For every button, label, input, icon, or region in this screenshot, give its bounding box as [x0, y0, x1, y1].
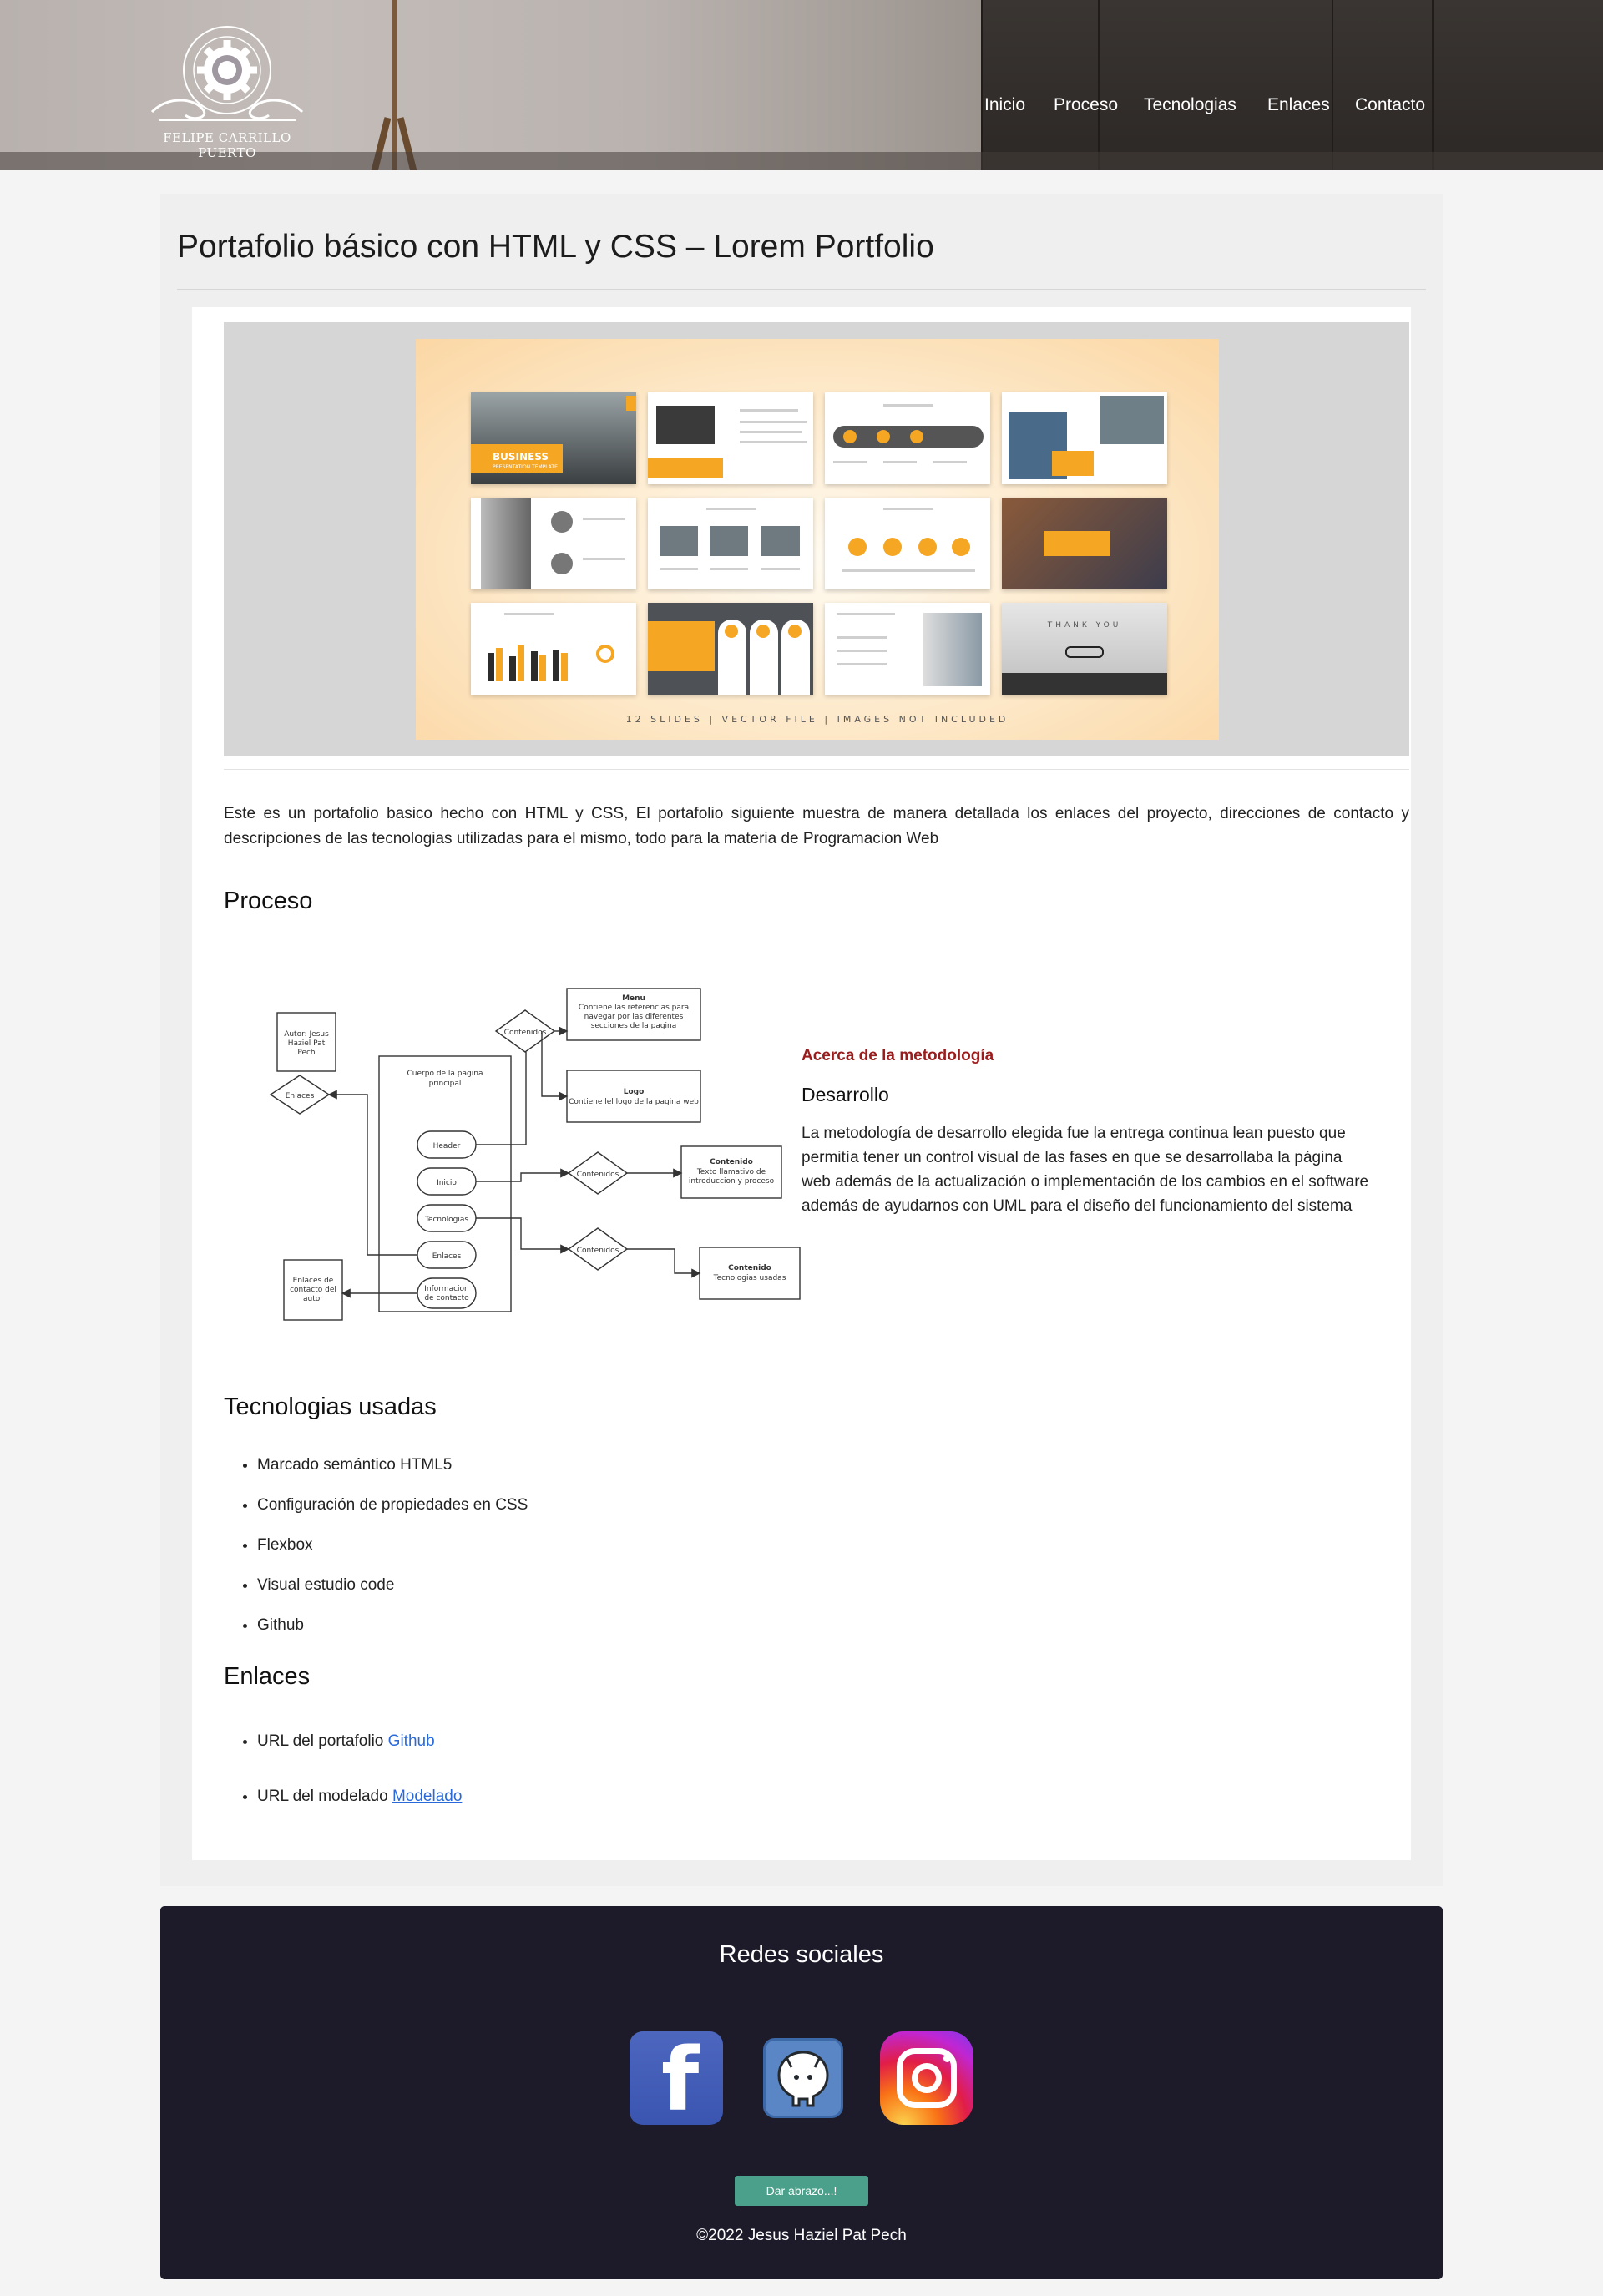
tecnologias-heading: Tecnologias usadas: [224, 1393, 437, 1420]
github-icon[interactable]: [763, 2038, 843, 2118]
slide-thumbnail: [471, 603, 636, 695]
facebook-icon[interactable]: f: [630, 2031, 723, 2127]
metodologia-section: Acerca de la metodología Desarrollo La m…: [802, 1047, 1369, 1218]
banner-footer-text: 12 SLIDES | VECTOR FILE | IMAGES NOT INC…: [625, 714, 1009, 725]
diagram-contenido1-title: Contenido: [710, 1158, 753, 1166]
diagram-enlaces-autor-2: contacto del: [290, 1286, 336, 1294]
diagram-autor-2: Haziel Pat: [288, 1039, 326, 1048]
enlace-prefix: URL del modelado: [257, 1788, 392, 1805]
list-item: URL del modelado Modelado: [257, 1786, 462, 1841]
slide-thumbnail: [1002, 498, 1167, 589]
thank-you-text: THANK YOU: [1047, 621, 1122, 630]
diagram-contenido1-text-1: Texto llamativo de: [696, 1168, 766, 1176]
tecnologias-list: Marcado semántico HTML5 Configuración de…: [257, 1454, 528, 1655]
slide-thumbnail: [825, 498, 990, 589]
diagram-menu-text-1: Contiene las referencias para: [579, 1004, 689, 1012]
slide-thumbnail: [648, 603, 813, 695]
slide-thumbnail: [648, 392, 813, 484]
diagram-autor-3: Pech: [297, 1049, 315, 1057]
diagram-contenido1-text-2: introduccion y proceso: [689, 1177, 775, 1186]
instagram-icon[interactable]: [880, 2031, 973, 2125]
hug-button[interactable]: Dar abrazo...!: [735, 2176, 868, 2206]
divider: [224, 769, 1409, 770]
slide-thumbnail: [825, 603, 990, 695]
diagram-contenidos-3: Contenidos: [577, 1247, 619, 1255]
metodologia-subtitle: Desarrollo: [802, 1084, 889, 1105]
nav-tecnologias[interactable]: Tecnologias: [1144, 95, 1236, 115]
diagram-menu-text-3: secciones de la pagina: [591, 1022, 677, 1030]
list-item: Github: [257, 1615, 528, 1655]
metodologia-body: La metodología de desarrollo elegida fue…: [802, 1125, 1369, 1215]
diagram-cuerpo-1: Cuerpo de la pagina: [407, 1070, 483, 1078]
nav-proceso[interactable]: Proceso: [1054, 95, 1118, 115]
list-item: Flexbox: [257, 1535, 528, 1575]
list-item: Marcado semántico HTML5: [257, 1454, 528, 1494]
diagram-contenido2-text: Tecnologias usadas: [713, 1274, 786, 1282]
intro-paragraph: Este es un portafolio basico hecho con H…: [224, 805, 1409, 847]
diagram-menu-text-2: navegar por las diferentes: [584, 1013, 684, 1021]
list-item: Configuración de propiedades en CSS: [257, 1494, 528, 1535]
modelado-link[interactable]: Modelado: [392, 1788, 462, 1805]
enlaces-list: URL del portafolio Github URL del modela…: [257, 1731, 462, 1841]
diagram-enlaces: Enlaces: [432, 1252, 462, 1261]
enlaces-heading: Enlaces: [224, 1663, 311, 1690]
slide-thumbnail: [825, 392, 990, 484]
site-footer: Redes sociales f Dar abrazo...! ©2022 Je…: [160, 1906, 1443, 2279]
easel-decoration: [370, 0, 418, 170]
main-card: Portafolio básico con HTML y CSS – Lorem…: [160, 194, 1443, 1886]
diagram-inicio: Inicio: [437, 1179, 457, 1187]
divider: [177, 289, 1426, 290]
slide-thumbnail: [1002, 392, 1167, 484]
list-item: URL del portafolio Github: [257, 1731, 462, 1786]
slide-thumbnail: THANK YOU: [1002, 603, 1167, 695]
github-link[interactable]: Github: [388, 1732, 435, 1750]
diagram-informacion-2: de contacto: [424, 1294, 469, 1302]
diagram-contenido2-title: Contenido: [728, 1264, 771, 1272]
diagram-logo-text: Contiene lel logo de la pagina web: [569, 1098, 699, 1106]
diagram-header: Header: [433, 1142, 461, 1151]
slide-subtitle: PRESENTATION TEMPLATE: [493, 464, 558, 470]
metodologia-tag: Acerca de la metodología: [802, 1047, 994, 1065]
diagram-enlaces-diamond: Enlaces: [286, 1092, 315, 1100]
diagram-cuerpo-2: principal: [429, 1080, 462, 1088]
logo-caption: Felipe Carrillo Puerto: [163, 130, 291, 160]
footer-title: Redes sociales: [719, 1941, 884, 1968]
diagram-contenidos-2: Contenidos: [577, 1171, 619, 1179]
diagram-logo-title: Logo: [624, 1088, 645, 1096]
diagram-autor-1: Autor: Jesus: [284, 1030, 329, 1039]
portfolio-preview-image: BUSINESS PRESENTATION TEMPLATE THANK YOU…: [224, 322, 1409, 756]
slides-banner: BUSINESS PRESENTATION TEMPLATE THANK YOU…: [416, 339, 1219, 740]
site-header: Felipe Carrillo Puerto Inicio Proceso Te…: [0, 0, 1603, 170]
slide-title: BUSINESS: [493, 451, 549, 463]
page-title: Portafolio básico con HTML y CSS – Lorem…: [177, 229, 934, 265]
diagram-enlaces-autor-1: Enlaces de: [293, 1277, 334, 1285]
nav-enlaces[interactable]: Enlaces: [1267, 95, 1330, 115]
diagram-menu-title: Menu: [622, 994, 645, 1003]
diagram-contenidos-1: Contenidos: [504, 1029, 547, 1037]
content-panel: BUSINESS PRESENTATION TEMPLATE THANK YOU…: [192, 307, 1411, 1860]
slide-thumbnail: [648, 498, 813, 589]
enlace-prefix: URL del portafolio: [257, 1732, 388, 1750]
diagram-tecnologias: Tecnologias: [424, 1216, 468, 1224]
proceso-heading: Proceso: [224, 888, 313, 914]
nav-contacto[interactable]: Contacto: [1355, 95, 1425, 115]
diagram-enlaces-autor-3: autor: [303, 1295, 323, 1303]
list-item: Visual estudio code: [257, 1575, 528, 1615]
diagram-informacion-1: Informacion: [424, 1285, 469, 1293]
process-diagram: Autor: Jesus Haziel Pat Pech Cuerpo de l…: [224, 942, 808, 1343]
copyright-text: ©2022 Jesus Haziel Pat Pech: [696, 2227, 907, 2244]
slide-thumbnail: BUSINESS PRESENTATION TEMPLATE: [471, 392, 636, 484]
slide-thumbnail: [471, 498, 636, 589]
door-panel-decoration: [981, 0, 1603, 170]
nav-inicio[interactable]: Inicio: [984, 95, 1025, 115]
